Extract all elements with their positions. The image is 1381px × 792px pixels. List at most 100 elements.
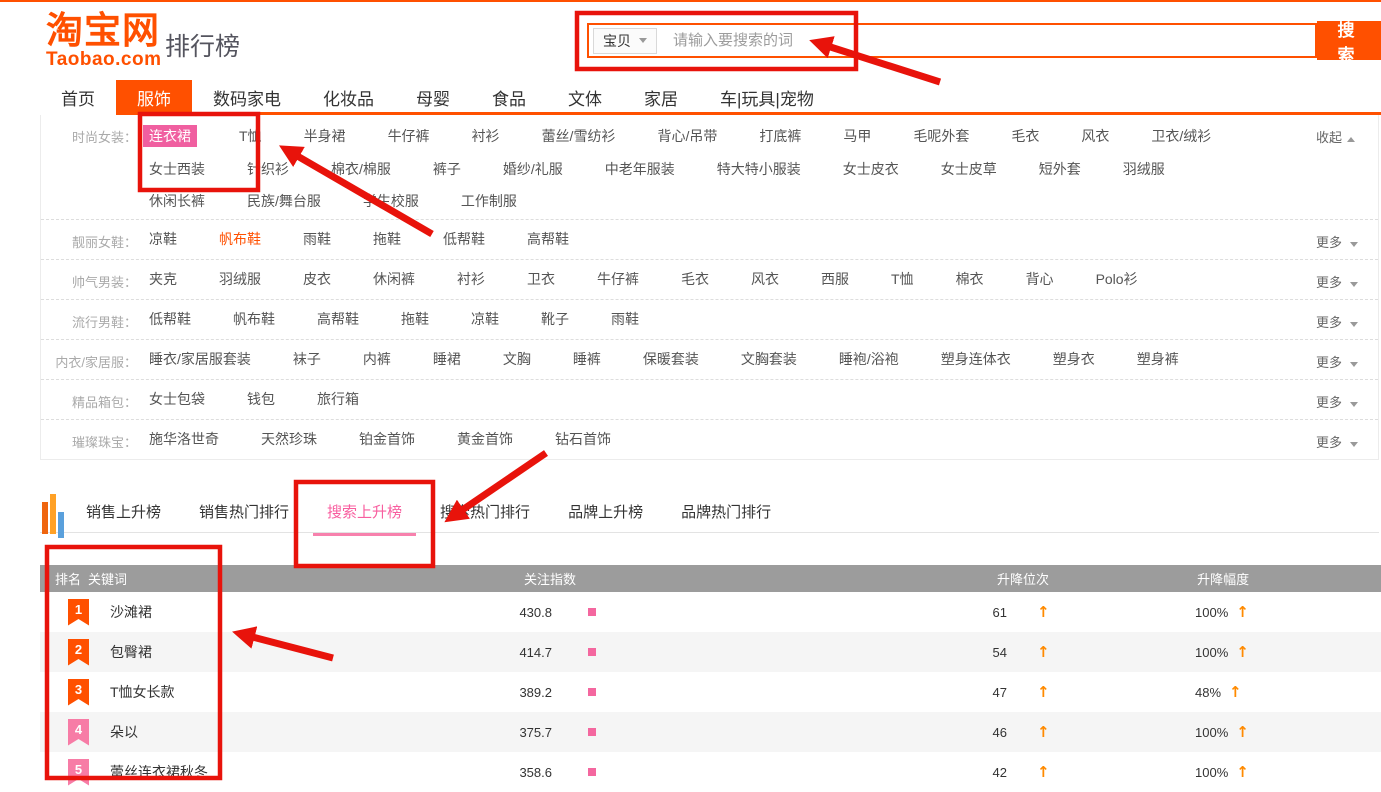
more-link[interactable]: 更多 — [1316, 230, 1378, 251]
category-item[interactable]: 雨鞋 — [611, 310, 639, 328]
category-item[interactable]: 裤子 — [433, 160, 461, 178]
category-item[interactable]: 保暖套装 — [643, 350, 699, 368]
category-item[interactable]: 羽绒服 — [219, 270, 261, 288]
nav-tab-1[interactable]: 首页 — [40, 80, 116, 115]
category-item[interactable]: 学生校服 — [363, 192, 419, 210]
category-item[interactable]: 塑身连体衣 — [941, 350, 1011, 368]
more-link[interactable]: 更多 — [1316, 270, 1378, 291]
ranking-tab-品牌上升榜[interactable]: 品牌上升榜 — [568, 488, 643, 535]
category-item[interactable]: 衬衫 — [457, 270, 485, 288]
category-item[interactable]: 毛呢外套 — [913, 127, 969, 145]
category-item[interactable]: 特大特小服装 — [717, 160, 801, 178]
category-item[interactable]: 钱包 — [247, 390, 275, 408]
category-item[interactable]: 钻石首饰 — [555, 430, 611, 448]
more-link[interactable]: 更多 — [1316, 350, 1378, 371]
collapse-link[interactable]: 收起 — [1316, 125, 1378, 146]
keyword-cell[interactable]: 朵以 — [100, 722, 260, 742]
nav-tab-8[interactable]: 家居 — [623, 80, 699, 115]
ranking-tab-搜索热门排行[interactable]: 搜索热门排行 — [440, 488, 530, 535]
category-item[interactable]: 铂金首饰 — [359, 430, 415, 448]
category-item[interactable]: 夹克 — [149, 270, 177, 288]
category-item[interactable]: 塑身衣 — [1053, 350, 1095, 368]
nav-tab-3[interactable]: 数码家电 — [192, 80, 302, 115]
category-item[interactable]: 天然珍珠 — [261, 430, 317, 448]
category-item[interactable]: 高帮鞋 — [527, 230, 569, 248]
category-item[interactable]: 毛衣 — [681, 270, 709, 288]
category-item[interactable]: 中老年服装 — [605, 160, 675, 178]
category-item[interactable]: 休闲长裤 — [149, 192, 205, 210]
category-item[interactable]: 睡裙 — [433, 350, 461, 368]
category-item[interactable]: 短外套 — [1039, 160, 1081, 178]
category-item[interactable]: 棉衣 — [956, 270, 984, 288]
ranking-tab-品牌热门排行[interactable]: 品牌热门排行 — [681, 488, 771, 535]
category-item[interactable]: 牛仔裤 — [597, 270, 639, 288]
category-item[interactable]: 风衣 — [751, 270, 779, 288]
category-item[interactable]: 西服 — [821, 270, 849, 288]
category-item[interactable]: 睡裤 — [573, 350, 601, 368]
category-item[interactable]: 毛衣 — [1011, 127, 1039, 145]
category-item[interactable]: Polo衫 — [1096, 270, 1138, 288]
category-item[interactable]: 女士皮衣 — [843, 160, 899, 178]
category-item[interactable]: 女士西装 — [149, 160, 205, 178]
keyword-cell[interactable]: 包臀裙 — [100, 642, 260, 662]
category-item[interactable]: 文胸套装 — [741, 350, 797, 368]
category-item[interactable]: 棉衣/棉服 — [331, 160, 391, 178]
category-item[interactable]: 针织衫 — [247, 160, 289, 178]
more-link[interactable]: 更多 — [1316, 390, 1378, 411]
category-item[interactable]: 休闲裤 — [373, 270, 415, 288]
nav-tab-9[interactable]: 车|玩具|宠物 — [699, 80, 835, 115]
category-item[interactable]: 睡袍/浴袍 — [839, 350, 899, 368]
category-item[interactable]: 皮衣 — [303, 270, 331, 288]
ranking-tab-搜索上升榜[interactable]: 搜索上升榜 — [327, 488, 402, 535]
nav-tab-7[interactable]: 文体 — [547, 80, 623, 115]
category-item[interactable]: 靴子 — [541, 310, 569, 328]
category-item[interactable]: 打底裤 — [759, 127, 801, 145]
category-item[interactable]: 雨鞋 — [303, 230, 331, 248]
category-item[interactable]: 连衣裙 — [143, 125, 197, 147]
category-item[interactable]: 帆布鞋 — [219, 230, 261, 248]
category-item[interactable]: 女士包袋 — [149, 390, 205, 408]
nav-tab-6[interactable]: 食品 — [471, 80, 547, 115]
search-input[interactable] — [671, 31, 1315, 50]
category-item[interactable]: 内裤 — [363, 350, 391, 368]
nav-tab-2[interactable]: 服饰 — [116, 80, 192, 115]
search-category-select[interactable]: 宝贝 — [593, 28, 657, 54]
search-button[interactable]: 搜 索 — [1317, 21, 1381, 60]
keyword-cell[interactable]: T恤女长款 — [100, 682, 260, 702]
category-item[interactable]: 民族/舞台服 — [247, 192, 321, 210]
nav-tab-5[interactable]: 母婴 — [395, 80, 471, 115]
category-item[interactable]: 袜子 — [293, 350, 321, 368]
category-item[interactable]: 女士皮草 — [941, 160, 997, 178]
ranking-tab-销售上升榜[interactable]: 销售上升榜 — [86, 488, 161, 535]
more-link[interactable]: 更多 — [1316, 310, 1378, 331]
keyword-cell[interactable]: 蕾丝连衣裙秋冬 — [100, 762, 260, 782]
taobao-logo[interactable]: 淘宝网 Taobao.com — [46, 12, 162, 69]
category-item[interactable]: 羽绒服 — [1123, 160, 1165, 178]
category-item[interactable]: 旅行箱 — [317, 390, 359, 408]
category-item[interactable]: 文胸 — [503, 350, 531, 368]
category-item[interactable]: 背心/吊带 — [657, 127, 717, 145]
category-item[interactable]: 工作制服 — [461, 192, 517, 210]
category-item[interactable]: 高帮鞋 — [317, 310, 359, 328]
keyword-cell[interactable]: 沙滩裙 — [100, 602, 260, 622]
category-item[interactable]: T恤 — [891, 270, 914, 288]
category-item[interactable]: 卫衣/绒衫 — [1151, 127, 1211, 145]
category-item[interactable]: 凉鞋 — [149, 230, 177, 248]
category-item[interactable]: 拖鞋 — [373, 230, 401, 248]
category-item[interactable]: 背心 — [1026, 270, 1054, 288]
category-item[interactable]: 半身裙 — [304, 127, 346, 145]
category-item[interactable]: 凉鞋 — [471, 310, 499, 328]
more-link[interactable]: 更多 — [1316, 430, 1378, 451]
nav-tab-4[interactable]: 化妆品 — [302, 80, 395, 115]
category-item[interactable]: 睡衣/家居服套装 — [149, 350, 251, 368]
category-item[interactable]: 婚纱/礼服 — [503, 160, 563, 178]
category-item[interactable]: 帆布鞋 — [233, 310, 275, 328]
category-item[interactable]: 衬衫 — [472, 127, 500, 145]
category-item[interactable]: 低帮鞋 — [443, 230, 485, 248]
category-item[interactable]: 塑身裤 — [1137, 350, 1179, 368]
category-item[interactable]: 黄金首饰 — [457, 430, 513, 448]
ranking-tab-销售热门排行[interactable]: 销售热门排行 — [199, 488, 289, 535]
category-item[interactable]: 拖鞋 — [401, 310, 429, 328]
category-item[interactable]: 牛仔裤 — [388, 127, 430, 145]
category-item[interactable]: 施华洛世奇 — [149, 430, 219, 448]
